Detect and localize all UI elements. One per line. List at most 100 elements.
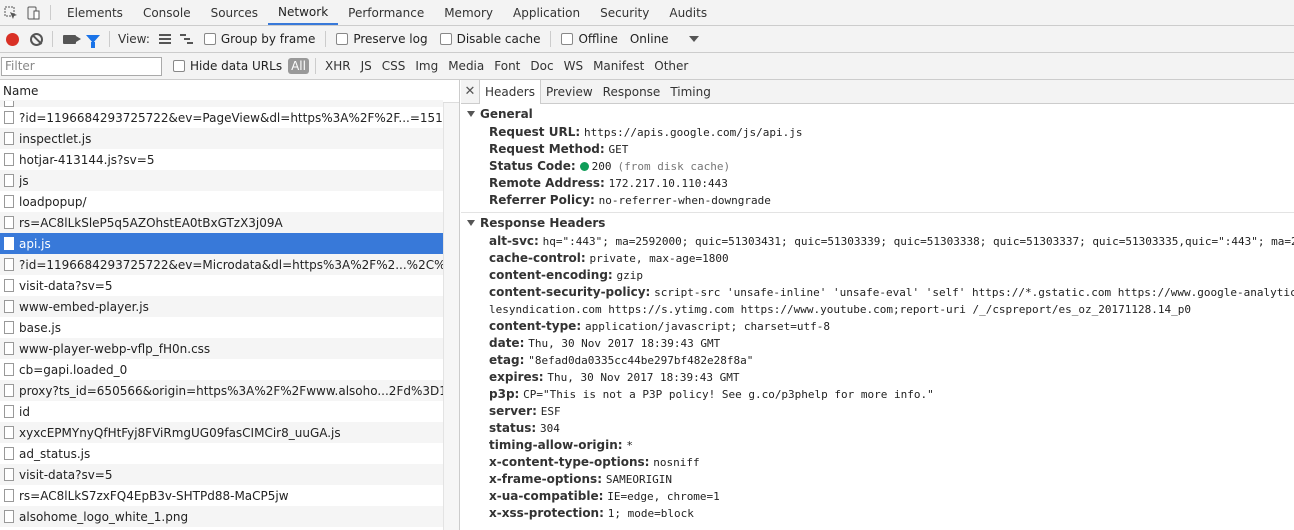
request-name: api.js (19, 236, 51, 251)
tab-headers[interactable]: Headers (479, 80, 541, 104)
tab-application[interactable]: Application (503, 0, 590, 25)
table-row[interactable]: inspectlet.js (0, 128, 443, 149)
header-key: alt-svc: (489, 234, 539, 248)
table-row[interactable]: ?id=1196684293725722&ev=Microdata&dl=htt… (0, 254, 443, 275)
filter-type-xhr[interactable]: XHR (320, 59, 356, 73)
offline-checkbox[interactable]: Offline (555, 32, 623, 46)
table-row[interactable]: base.js (0, 317, 443, 338)
request-list: ?id=1196684293725722&ev=PageView&dl=http… (0, 100, 459, 527)
checkbox-box (203, 33, 216, 45)
tab-security[interactable]: Security (590, 0, 659, 25)
header-key: date: (489, 336, 525, 350)
header-value: application/javascript; charset=utf-8 (584, 320, 830, 333)
table-row[interactable]: rs=AC8lLkSleP5q5AZOhstEA0tBxGTzX3j09A (0, 212, 443, 233)
header-row: Request Method: GET (461, 141, 1294, 158)
tab-console[interactable]: Console (133, 0, 201, 25)
header-key: content-type: (489, 319, 582, 333)
filter-type-ws[interactable]: WS (559, 59, 588, 73)
tab-memory[interactable]: Memory (434, 0, 503, 25)
request-name: base.js (19, 320, 62, 335)
filter-type-css[interactable]: CSS (377, 59, 411, 73)
header-value: Thu, 30 Nov 2017 18:39:43 GMT (528, 337, 721, 350)
table-row[interactable]: loadpopup/ (0, 191, 443, 212)
table-row[interactable]: visit-data?sv=5 (0, 275, 443, 296)
filter-type-media[interactable]: Media (443, 59, 489, 73)
general-section-header[interactable]: General (461, 104, 1294, 124)
clear-button[interactable] (24, 26, 48, 53)
device-toolbar-icon[interactable] (22, 0, 44, 25)
table-row[interactable]: ad_status.js (0, 443, 443, 464)
filter-type-other[interactable]: Other (649, 59, 693, 73)
table-row[interactable]: alsohome_logo_white_1.png (0, 506, 443, 527)
filter-type-img[interactable]: Img (410, 59, 443, 73)
file-icon (4, 300, 14, 313)
filter-input[interactable] (1, 56, 162, 76)
file-icon (4, 237, 14, 250)
request-list-scrollbar[interactable] (443, 103, 459, 530)
table-row[interactable]: rs=AC8lLkS7zxFQ4EpB3v-SHTPd88-MaCP5jw (0, 485, 443, 506)
filter-type-doc[interactable]: Doc (525, 59, 558, 73)
filter-type-font[interactable]: Font (489, 59, 525, 73)
group-by-frame-label: Group by frame (220, 32, 316, 46)
header-value: script-src 'unsafe-inline' 'unsafe-eval'… (654, 286, 1294, 299)
table-row[interactable]: ?id=1196684293725722&ev=PageView&dl=http… (0, 107, 443, 128)
header-row: x-xss-protection: 1; mode=block (461, 505, 1294, 522)
table-row[interactable]: visit-data?sv=5 (0, 464, 443, 485)
filter-type-manifest[interactable]: Manifest (588, 59, 649, 73)
tab-performance[interactable]: Performance (338, 0, 434, 25)
large-rows-button[interactable] (154, 26, 176, 53)
header-row: status: 304 (461, 420, 1294, 437)
preserve-log-checkbox[interactable]: Preserve log (330, 32, 433, 46)
table-row-selected[interactable]: api.js (0, 233, 443, 254)
header-row: x-ua-compatible: IE=edge, chrome=1 (461, 488, 1294, 505)
tab-audits[interactable]: Audits (659, 0, 717, 25)
status-dot-icon (579, 162, 589, 171)
table-row[interactable]: www-player-webp-vflp_fH0n.css (0, 338, 443, 359)
header-value: CP="This is not a P3P policy! See g.co/p… (523, 388, 934, 401)
offline-label: Offline (578, 32, 618, 46)
request-name: hotjar-413144.js?sv=5 (19, 152, 155, 167)
throttling-select[interactable]: Online (624, 32, 705, 46)
header-value: gzip (616, 269, 644, 282)
clear-icon (29, 32, 43, 46)
tab-timing[interactable]: Timing (665, 80, 716, 103)
header-row: Referrer Policy: no-referrer-when-downgr… (461, 192, 1294, 209)
table-row[interactable]: hotjar-413144.js?sv=5 (0, 149, 443, 170)
table-row[interactable]: cb=gapi.loaded_0 (0, 359, 443, 380)
table-row[interactable]: id (0, 401, 443, 422)
tab-preview[interactable]: Preview (541, 80, 598, 103)
header-value: private, max-age=1800 (589, 252, 729, 265)
disable-cache-checkbox[interactable]: Disable cache (434, 32, 547, 46)
hide-data-urls-label: Hide data URLs (190, 59, 283, 73)
table-row[interactable]: proxy?ts_id=650566&origin=https%3A%2F%2F… (0, 380, 443, 401)
header-row: alt-svc: hq=":443"; ma=2592000; quic=513… (461, 233, 1294, 250)
header-row: p3p: CP="This is not a P3P policy! See g… (461, 386, 1294, 403)
tab-elements[interactable]: Elements (57, 0, 133, 25)
tab-network[interactable]: Network (268, 0, 339, 25)
header-value: 200 (591, 160, 612, 173)
toolbar-divider (50, 5, 51, 20)
group-by-frame-checkbox[interactable]: Group by frame (198, 32, 321, 46)
table-row[interactable]: www-embed-player.js (0, 296, 443, 317)
close-icon[interactable]: ✕ (461, 80, 479, 103)
screenshots-button[interactable] (57, 26, 81, 53)
filter-type-js[interactable]: JS (356, 59, 377, 73)
table-row[interactable] (0, 100, 443, 107)
response-headers-header[interactable]: Response Headers (461, 213, 1294, 233)
overview-button[interactable] (176, 26, 198, 53)
header-row: content-type: application/javascript; ch… (461, 318, 1294, 335)
hide-data-urls-checkbox[interactable]: Hide data URLs (162, 59, 288, 73)
header-row-continuation: lesyndication.com https://s.ytimg.com ht… (461, 301, 1294, 318)
tab-response[interactable]: Response (598, 80, 666, 103)
inspect-element-icon[interactable] (0, 0, 22, 25)
header-value: 1; mode=block (607, 507, 694, 520)
table-row[interactable]: js (0, 170, 443, 191)
request-details-panel: ✕ Headers Preview Response Timing Genera… (461, 80, 1294, 530)
header-key: content-encoding: (489, 268, 613, 282)
header-key: timing-allow-origin: (489, 438, 623, 452)
record-button[interactable] (0, 26, 24, 53)
tab-sources[interactable]: Sources (201, 0, 268, 25)
filter-type-all[interactable]: All (288, 58, 309, 74)
table-row[interactable]: xyxcEPMYnyQfHtFyj8FViRmgUG09fasCIMCir8_u… (0, 422, 443, 443)
filter-toggle-button[interactable] (81, 26, 105, 53)
